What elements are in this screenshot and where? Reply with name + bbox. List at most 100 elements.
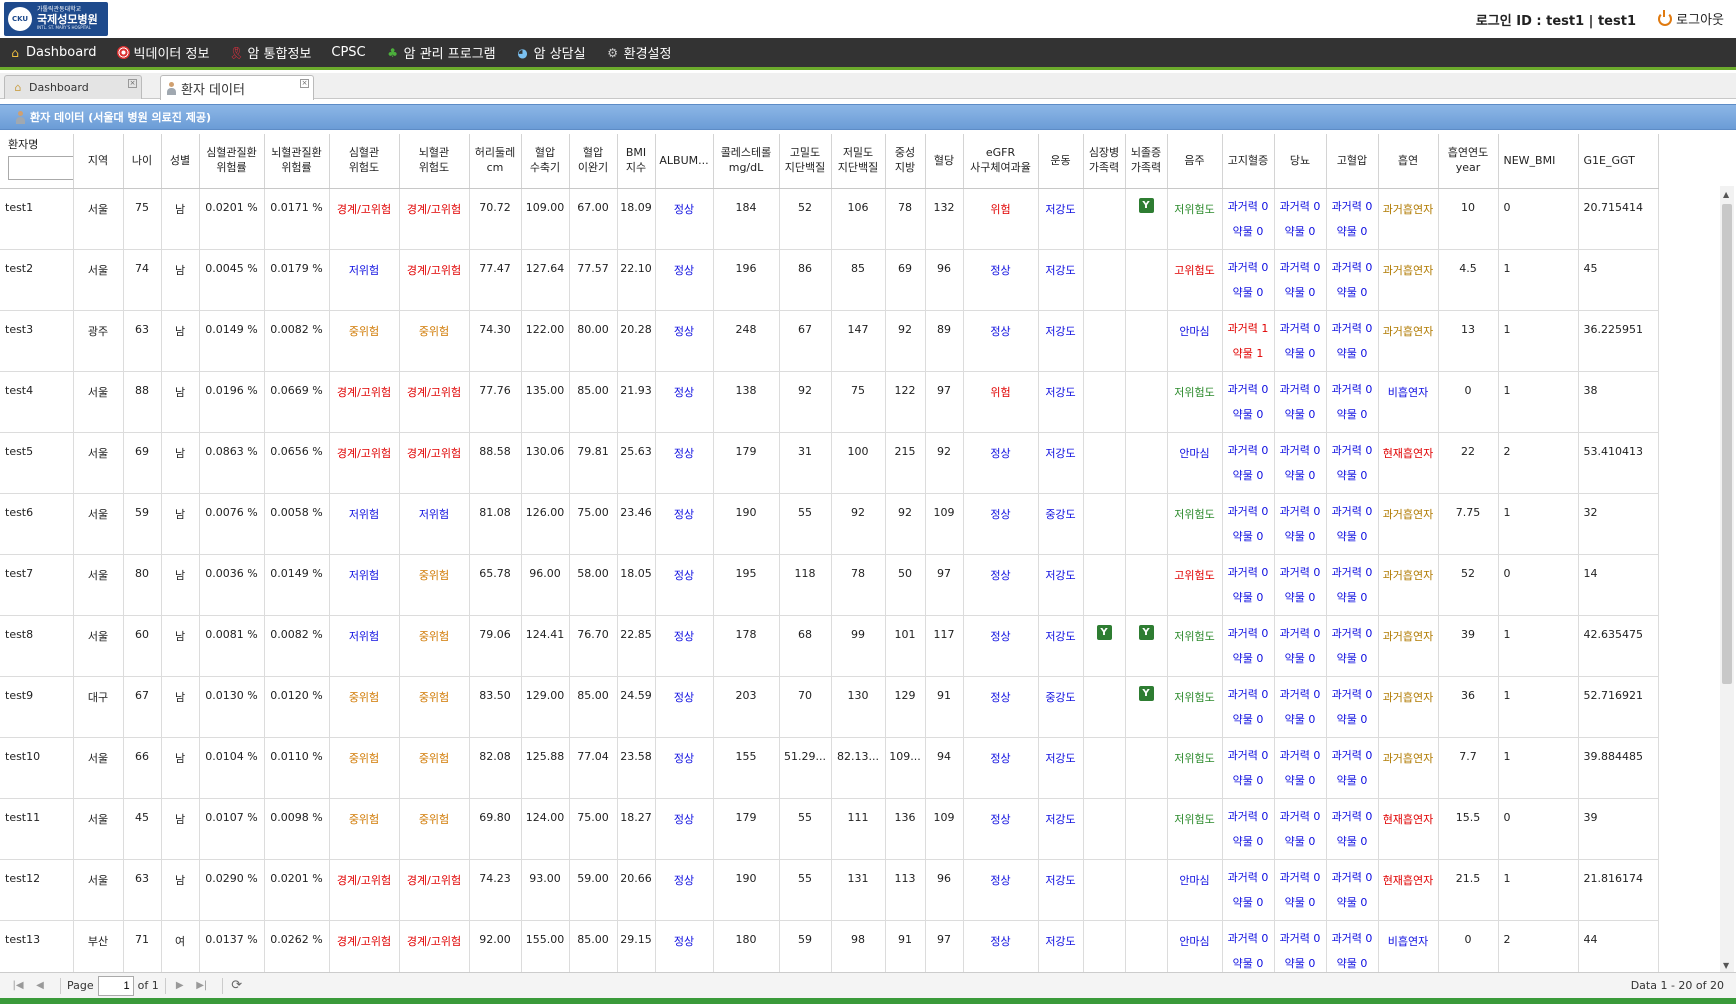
cell-egfr: 정상 [963, 432, 1039, 494]
column-header[interactable]: 심혈관 위험도 [329, 134, 400, 189]
column-header[interactable]: NEW_BMI [1498, 134, 1579, 189]
column-header[interactable]: 지역 [73, 134, 124, 189]
menu-item-dashboard[interactable]: ⌂ Dashboard [8, 45, 96, 60]
menu-item-counseling[interactable]: ◕ 암 상담실 [516, 43, 585, 63]
table-row[interactable]: test5 서울 69 남 0.0863 % 0.0656 % 경계/고위험 경계/고위험 88… [0, 432, 1659, 494]
cell-waist: 77.76 [469, 371, 522, 433]
column-header[interactable]: 흡연연도 year [1438, 134, 1499, 189]
column-header[interactable]: BMI 지수 [617, 134, 656, 189]
cell-new-bmi: 1 [1498, 676, 1579, 738]
column-header[interactable]: 환자명 [0, 134, 74, 189]
cell-ldl: 78 [831, 554, 886, 616]
column-header[interactable]: 고지혈증 [1222, 134, 1275, 189]
column-header[interactable]: ALBUM... [655, 134, 714, 189]
plant-icon: ♣ [387, 45, 398, 60]
patient-name-filter-input[interactable] [8, 156, 74, 181]
cell-smk: 현재흡연자 [1378, 859, 1439, 921]
cell-ht: 과거력 0 약물 0 [1326, 859, 1379, 921]
cell-age: 69 [123, 432, 162, 494]
prev-page-icon[interactable]: ◀ [32, 978, 48, 994]
menu-item-cancer-program[interactable]: ♣ 암 관리 프로그램 [386, 43, 495, 63]
table-row[interactable]: test12 서울 63 남 0.0290 % 0.0201 % 경계/고위험 경계/고위험 7… [0, 859, 1659, 921]
scroll-up-icon[interactable]: ▲ [1723, 190, 1729, 199]
cell-smk: 과거흡연자 [1378, 615, 1439, 677]
next-page-icon[interactable]: ▶ [172, 978, 188, 994]
refresh-icon[interactable]: ⟳ [229, 978, 245, 994]
column-header[interactable]: 당뇨 [1274, 134, 1327, 189]
menu-item-cpsc[interactable]: CPSC [331, 45, 365, 60]
column-header[interactable]: 혈압 이완기 [569, 134, 618, 189]
cell-name: test13 [0, 920, 74, 972]
target-icon [116, 46, 130, 59]
table-row[interactable]: test7 서울 80 남 0.0036 % 0.0149 % 저위험 중위험 65.78 96.… [0, 554, 1659, 616]
cell-chol: 196 [713, 249, 780, 311]
cell-age: 74 [123, 249, 162, 311]
cell-cbd-lvl: 경계/고위험 [399, 371, 470, 433]
column-header[interactable]: eGFR 사구체여과율 [963, 134, 1039, 189]
column-header[interactable]: 콜레스테롤 mg/dL [713, 134, 780, 189]
cell-dbp: 75.00 [569, 798, 618, 860]
column-header[interactable]: 고혈압 [1326, 134, 1379, 189]
tab-patient-data[interactable]: 환자 데이터 × [160, 75, 314, 100]
column-header[interactable]: 운동 [1038, 134, 1084, 189]
column-header[interactable]: 성별 [161, 134, 200, 189]
page-input[interactable] [97, 975, 134, 996]
hospital-logo[interactable]: CKU 가톨릭관동대학교 국제성모병원 INTL. ST. MARY'S HOS… [4, 2, 108, 36]
menu-item-bigdata[interactable]: 빅데이터 정보 [116, 43, 209, 62]
vertical-scrollbar[interactable]: ▲ ▼ [1720, 186, 1734, 972]
column-header[interactable]: 저밀도 지단백질 [831, 134, 886, 189]
cell-hdl: 67 [779, 310, 832, 372]
cell-dm: 과거력 0 약물 0 [1274, 188, 1327, 250]
cell-egfr: 정상 [963, 554, 1039, 616]
cell-cvd-lvl: 경계/고위험 [329, 371, 400, 433]
table-row[interactable]: test4 서울 88 남 0.0196 % 0.0669 % 경계/고위험 경계/고위험 77… [0, 371, 1659, 433]
column-header[interactable]: 중성 지방 [885, 134, 926, 189]
logout-button[interactable]: 로그아웃 [1658, 9, 1724, 28]
column-header[interactable]: 허리둘레 cm [469, 134, 522, 189]
cell-ex: 저강도 [1038, 310, 1084, 372]
table-row[interactable]: test10 서울 66 남 0.0104 % 0.0110 % 중위험 중위험 82.08 12… [0, 737, 1659, 799]
column-header[interactable]: 음주 [1167, 134, 1223, 189]
column-header[interactable]: 혈압 수축기 [521, 134, 570, 189]
last-page-icon[interactable]: ▶| [194, 978, 210, 994]
table-row[interactable]: test11 서울 45 남 0.0107 % 0.0098 % 중위험 중위험 69.80 12… [0, 798, 1659, 860]
tab-dashboard[interactable]: ⌂ Dashboard × [4, 75, 142, 99]
close-icon[interactable]: × [300, 79, 309, 88]
menu-item-settings[interactable]: ⚙ 환경설정 [606, 43, 671, 63]
table-row[interactable]: test3 광주 63 남 0.0149 % 0.0082 % 중위험 중위험 74.30 122… [0, 310, 1659, 372]
cell-heart-fh [1083, 859, 1126, 921]
table-row[interactable]: test6 서울 59 남 0.0076 % 0.0058 % 저위험 저위험 81.08 126… [0, 493, 1659, 555]
menu-item-cancer-info[interactable]: 🎗 암 통합정보 [229, 43, 312, 63]
table-row[interactable]: test1 서울 75 남 0.0201 % 0.0171 % 경계/고위험 경계/고위험 70… [0, 188, 1659, 250]
cell-glu: 97 [925, 554, 964, 616]
column-header[interactable]: 심혈관질환 위험률 [199, 134, 265, 189]
cell-bmi: 20.66 [617, 859, 656, 921]
cell-album: 정상 [655, 676, 714, 738]
cell-age: 66 [123, 737, 162, 799]
cell-ggt: 52.716921 [1578, 676, 1659, 738]
cell-smk-yr: 7.7 [1438, 737, 1499, 799]
column-header[interactable]: 뇌졸증 가족력 [1125, 134, 1168, 189]
column-header[interactable]: 흡연 [1378, 134, 1439, 189]
scroll-thumb[interactable] [1722, 204, 1732, 684]
table-row[interactable]: test13 부산 71 여 0.0137 % 0.0262 % 경계/고위험 경계/고위험 9… [0, 920, 1659, 972]
column-header[interactable]: 나이 [123, 134, 162, 189]
table-row[interactable]: test2 서울 74 남 0.0045 % 0.0179 % 저위험 경계/고위험 77.47… [0, 249, 1659, 311]
cell-cbd: 0.0120 % [264, 676, 330, 738]
column-header[interactable]: 혈당 [925, 134, 964, 189]
cell-bmi: 20.28 [617, 310, 656, 372]
table-row[interactable]: test8 서울 60 남 0.0081 % 0.0082 % 저위험 중위험 79.06 124… [0, 615, 1659, 677]
close-icon[interactable]: × [128, 79, 137, 88]
column-header[interactable]: 심장병 가족력 [1083, 134, 1126, 189]
column-header[interactable]: 고밀도 지단백질 [779, 134, 832, 189]
cell-name: test8 [0, 615, 74, 677]
column-header[interactable]: 뇌혈관 위험도 [399, 134, 470, 189]
table-row[interactable]: test9 대구 67 남 0.0130 % 0.0120 % 중위험 중위험 83.50 129… [0, 676, 1659, 738]
first-page-icon[interactable]: |◀ [10, 978, 26, 994]
column-header[interactable]: 뇌혈관질환 위험률 [264, 134, 330, 189]
cell-new-bmi: 0 [1498, 798, 1579, 860]
cell-dbp: 58.00 [569, 554, 618, 616]
cell-egfr: 정상 [963, 493, 1039, 555]
column-header[interactable]: G1E_GGT [1578, 134, 1659, 189]
scroll-down-icon[interactable]: ▼ [1723, 961, 1729, 970]
